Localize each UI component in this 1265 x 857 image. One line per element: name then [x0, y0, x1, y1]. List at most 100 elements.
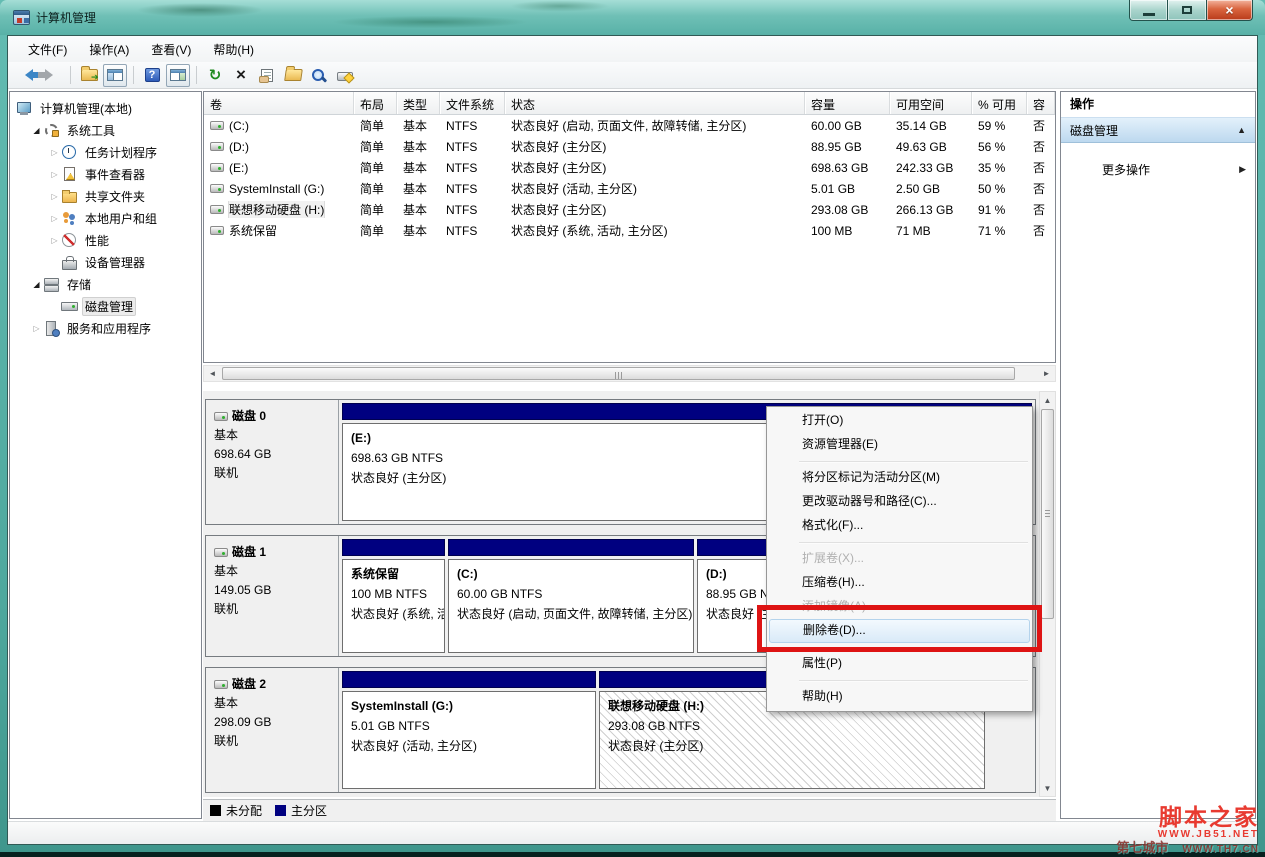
- maximize-button[interactable]: [1168, 0, 1207, 21]
- column-header-pct-free[interactable]: % 可用: [972, 92, 1027, 114]
- local-users-icon: [61, 210, 78, 226]
- expander-icon[interactable]: [48, 148, 61, 157]
- more-actions-item[interactable]: 更多操作 ▶: [1061, 157, 1255, 181]
- partition-c[interactable]: (C:) 60.00 GB NTFS 状态良好 (启动, 页面文件, 故障转储,…: [448, 539, 694, 653]
- sidebar-item-shared-folders[interactable]: 共享文件夹: [10, 185, 201, 207]
- disk-0-label[interactable]: 磁盘 0 基本 698.64 GB 联机: [206, 400, 339, 524]
- volume-icon: [210, 184, 224, 193]
- column-header-status[interactable]: 状态: [505, 92, 805, 114]
- watermark-site2-name: 第七城市: [1116, 841, 1168, 854]
- column-header-layout[interactable]: 布局: [354, 92, 397, 114]
- window-bottom-edge: [0, 852, 1265, 857]
- sidebar-item-storage[interactable]: 存储: [10, 273, 201, 295]
- sidebar-item-computer-management[interactable]: 计算机管理(本地): [10, 97, 201, 119]
- menu-bar: 文件(F) 操作(A) 查看(V) 帮助(H): [8, 36, 1257, 62]
- partition-g[interactable]: SystemInstall (G:) 5.01 GB NTFS 状态良好 (活动…: [342, 671, 596, 789]
- column-header-type[interactable]: 类型: [397, 92, 440, 114]
- show-action-pane-icon: [170, 69, 186, 81]
- disk-management-group-header[interactable]: 磁盘管理 ▲: [1061, 117, 1255, 143]
- window-title: 计算机管理: [36, 9, 96, 26]
- menu-action[interactable]: 操作(A): [82, 38, 136, 61]
- sidebar-item-disk-management[interactable]: 磁盘管理: [10, 295, 201, 317]
- menu-item-properties[interactable]: 属性(P): [769, 652, 1030, 676]
- expander-icon[interactable]: [48, 192, 61, 201]
- expander-icon[interactable]: [48, 170, 61, 179]
- horizontal-scrollbar[interactable]: ◄ ►: [203, 365, 1056, 382]
- vertical-scrollbar-thumb[interactable]: [1041, 409, 1054, 619]
- sidebar-item-performance[interactable]: 性能: [10, 229, 201, 251]
- partition-color-bar: [342, 539, 445, 556]
- refresh-icon: [209, 66, 222, 84]
- help-icon: [145, 68, 160, 82]
- horizontal-scrollbar-thumb[interactable]: [222, 367, 1015, 380]
- volume-row-system-reserved[interactable]: 系统保留 简单 基本 NTFS 状态良好 (系统, 活动, 主分区) 100 M…: [204, 220, 1055, 241]
- storage-icon: [43, 276, 60, 292]
- expander-icon[interactable]: [48, 236, 61, 245]
- partition-color-bar: [448, 539, 694, 556]
- close-button[interactable]: ×: [1207, 0, 1253, 21]
- menu-view[interactable]: 查看(V): [144, 38, 198, 61]
- minimize-button[interactable]: [1129, 0, 1168, 21]
- menu-item-mark-active[interactable]: 将分区标记为活动分区(M): [769, 466, 1030, 490]
- delete-button[interactable]: [229, 64, 253, 87]
- show-action-pane-button[interactable]: [166, 64, 190, 87]
- disk-1-label[interactable]: 磁盘 1 基本 149.05 GB 联机: [206, 536, 339, 656]
- menu-item-shrink-volume[interactable]: 压缩卷(H)...: [769, 571, 1030, 595]
- menu-file[interactable]: 文件(F): [21, 38, 74, 61]
- show-console-tree-icon: [107, 69, 123, 81]
- disk-2-label[interactable]: 磁盘 2 基本 298.09 GB 联机: [206, 668, 339, 792]
- volume-row-c[interactable]: (C:) 简单 基本 NTFS 状态良好 (启动, 页面文件, 故障转储, 主分…: [204, 115, 1055, 136]
- expander-icon[interactable]: [30, 126, 43, 135]
- properties-button[interactable]: [255, 64, 279, 87]
- scroll-down-icon[interactable]: ▼: [1040, 780, 1055, 796]
- menu-item-open[interactable]: 打开(O): [769, 409, 1030, 433]
- scroll-up-icon[interactable]: ▲: [1040, 392, 1055, 408]
- expander-icon[interactable]: [30, 280, 43, 289]
- menu-item-change-drive-letter[interactable]: 更改驱动器号和路径(C)...: [769, 490, 1030, 514]
- column-header-capacity[interactable]: 容量: [805, 92, 890, 114]
- shared-folders-icon: [61, 188, 78, 204]
- sidebar-item-device-manager[interactable]: 设备管理器: [10, 251, 201, 273]
- services-icon: [43, 320, 60, 336]
- expander-icon[interactable]: [30, 324, 43, 333]
- open-button[interactable]: [281, 64, 305, 87]
- column-header-volume[interactable]: 卷: [204, 92, 354, 114]
- column-header-filesystem[interactable]: 文件系统: [440, 92, 505, 114]
- sidebar-item-task-scheduler[interactable]: 任务计划程序: [10, 141, 201, 163]
- vertical-scrollbar[interactable]: ▲ ▼: [1039, 391, 1056, 797]
- expander-icon[interactable]: [48, 214, 61, 223]
- partition-system-reserved[interactable]: 系统保留 100 MB NTFS 状态良好 (系统, 活动, 主分区): [342, 539, 445, 653]
- disk-wizard-button[interactable]: [333, 64, 357, 87]
- column-header-fault-tolerance[interactable]: 容: [1027, 92, 1055, 114]
- menu-help[interactable]: 帮助(H): [206, 38, 261, 61]
- volume-list-header: 卷 布局 类型 文件系统 状态 容量 可用空间 % 可用 容: [204, 92, 1055, 115]
- help-button[interactable]: [140, 64, 164, 87]
- disk-icon: [214, 548, 228, 557]
- column-header-free-space[interactable]: 可用空间: [890, 92, 972, 114]
- menu-item-help[interactable]: 帮助(H): [769, 685, 1030, 709]
- menu-item-format[interactable]: 格式化(F)...: [769, 514, 1030, 538]
- title-bar[interactable]: 计算机管理 ×: [0, 0, 1265, 35]
- scroll-right-icon[interactable]: ►: [1038, 366, 1055, 381]
- refresh-button[interactable]: [203, 64, 227, 87]
- volume-row-e[interactable]: (E:) 简单 基本 NTFS 状态良好 (主分区) 698.63 GB 242…: [204, 157, 1055, 178]
- scroll-left-icon[interactable]: ◄: [204, 366, 221, 381]
- volume-row-d[interactable]: (D:) 简单 基本 NTFS 状态良好 (主分区) 88.95 GB 49.6…: [204, 136, 1055, 157]
- find-button[interactable]: [307, 64, 331, 87]
- back-button[interactable]: [14, 64, 38, 87]
- sidebar-item-system-tools[interactable]: 系统工具: [10, 119, 201, 141]
- watermark-site-name: 脚本之家: [1116, 806, 1259, 829]
- watermark-site-url: WWW.JB51.NET: [1116, 830, 1259, 840]
- collapse-icon[interactable]: ▲: [1237, 125, 1246, 135]
- show-console-tree-button[interactable]: [103, 64, 127, 87]
- performance-icon: [61, 232, 78, 248]
- sidebar-item-local-users[interactable]: 本地用户和组: [10, 207, 201, 229]
- sidebar-item-event-viewer[interactable]: 事件查看器: [10, 163, 201, 185]
- forward-button[interactable]: [40, 64, 64, 87]
- sidebar-item-services-applications[interactable]: 服务和应用程序: [10, 317, 201, 339]
- menu-item-explorer[interactable]: 资源管理器(E): [769, 433, 1030, 457]
- volume-row-h[interactable]: 联想移动硬盘 (H:) 简单 基本 NTFS 状态良好 (主分区) 293.08…: [204, 199, 1055, 220]
- console-tree: 计算机管理(本地) 系统工具 任务计划程序 事件查看器 共享文件夹: [9, 91, 202, 819]
- volume-row-g[interactable]: SystemInstall (G:) 简单 基本 NTFS 状态良好 (活动, …: [204, 178, 1055, 199]
- export-list-button[interactable]: [77, 64, 101, 87]
